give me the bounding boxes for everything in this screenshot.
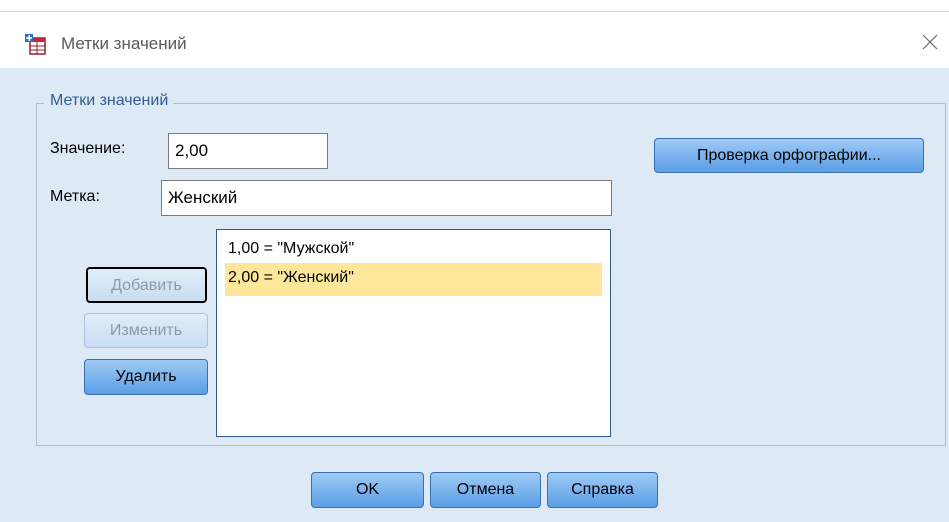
label-label: Метка: — [50, 188, 100, 205]
add-button[interactable]: Добавить — [86, 267, 207, 303]
cancel-button[interactable]: Отмена — [430, 472, 541, 508]
value-label: Значение: — [50, 140, 126, 157]
close-icon[interactable] — [920, 32, 940, 52]
value-input[interactable]: 2,00 — [168, 133, 328, 169]
value-labels-list[interactable]: 1,00 = "Мужской" 2,00 = "Женский" — [216, 229, 611, 437]
remove-button[interactable]: Удалить — [84, 359, 208, 395]
change-button[interactable]: Изменить — [84, 313, 208, 348]
ok-button[interactable]: OK — [311, 472, 424, 508]
value-labels-app-icon — [25, 34, 46, 55]
window-title: Метки значений — [61, 34, 187, 53]
help-button[interactable]: Справка — [547, 472, 658, 508]
list-item-selected[interactable]: 2,00 = "Женский" — [225, 263, 602, 296]
spelling-check-button[interactable]: Проверка орфографии... — [654, 138, 924, 173]
label-input[interactable]: Женский — [161, 180, 612, 216]
group-legend: Метки значений — [44, 92, 174, 110]
title-bar[interactable]: Метки значений — [0, 12, 949, 68]
